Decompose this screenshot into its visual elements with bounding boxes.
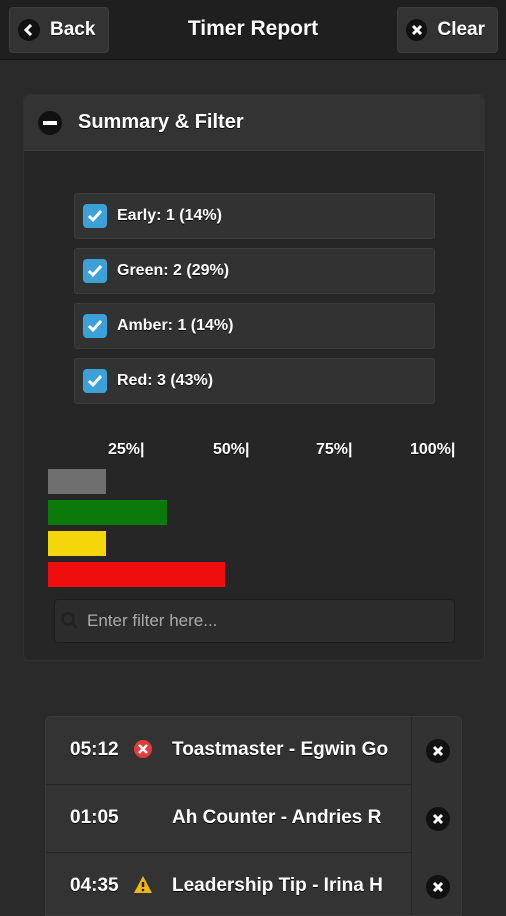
error-icon xyxy=(134,740,152,758)
bar-red xyxy=(48,562,225,587)
checkmark-icon xyxy=(83,259,107,283)
entry-name: Leadership Tip - Irina H xyxy=(172,875,383,896)
close-icon xyxy=(425,807,450,831)
filter-checkbox-green[interactable]: Green: 2 (29%) xyxy=(74,248,435,294)
close-icon xyxy=(406,19,428,41)
bar-green xyxy=(48,500,167,525)
clear-button[interactable]: Clear xyxy=(397,7,498,53)
summary-filter-panel: Summary & Filter Early: 1 (14%) Green: 2… xyxy=(23,94,485,661)
entry-name: Toastmaster - Egwin Go xyxy=(172,739,389,760)
list-item[interactable]: 05:12 Toastmaster - Egwin Go xyxy=(46,717,461,785)
checkmark-icon xyxy=(83,314,107,338)
bar-amber xyxy=(48,531,106,556)
entry-time: 01:05 xyxy=(70,807,119,828)
delete-entry-button[interactable] xyxy=(411,853,461,915)
checkmark-icon xyxy=(83,369,107,393)
entry-time: 05:12 xyxy=(70,739,119,760)
list-item[interactable]: 01:05 Ah Counter - Andries R xyxy=(46,785,461,853)
summary-filter-toggle[interactable]: Summary & Filter xyxy=(24,95,484,151)
axis-tick-100: 100%| xyxy=(410,441,456,458)
clear-label: Clear xyxy=(437,19,485,40)
filter-input[interactable] xyxy=(87,600,447,642)
close-icon xyxy=(425,739,450,763)
bar-early xyxy=(48,469,106,494)
summary-filter-title: Summary & Filter xyxy=(78,111,244,133)
filter-checkbox-red[interactable]: Red: 3 (43%) xyxy=(74,358,435,404)
header-bar: Back Timer Report Clear xyxy=(0,0,506,60)
filter-label-amber: Amber: 1 (14%) xyxy=(117,317,234,334)
filter-label-green: Green: 2 (29%) xyxy=(117,262,230,279)
axis-tick-25: 25%| xyxy=(108,441,145,458)
filter-checkbox-amber[interactable]: Amber: 1 (14%) xyxy=(74,303,435,349)
filter-checkbox-early[interactable]: Early: 1 (14%) xyxy=(74,193,435,239)
list-item[interactable]: 04:35 Leadership Tip - Irina H xyxy=(46,853,461,915)
filter-box xyxy=(54,599,455,643)
checkmark-icon xyxy=(83,204,107,228)
filter-label-early: Early: 1 (14%) xyxy=(117,207,222,224)
timer-entry-list: 05:12 Toastmaster - Egwin Go 01:05 Ah Co… xyxy=(45,716,462,916)
delete-entry-button[interactable] xyxy=(411,785,461,853)
warning-icon xyxy=(134,876,152,893)
close-icon xyxy=(425,875,450,899)
filter-label-red: Red: 3 (43%) xyxy=(117,372,214,389)
search-icon xyxy=(61,612,79,630)
axis-tick-75: 75%| xyxy=(316,441,353,458)
delete-entry-button[interactable] xyxy=(411,717,461,785)
axis-tick-50: 50%| xyxy=(213,441,250,458)
entry-time: 04:35 xyxy=(70,875,119,896)
minus-icon xyxy=(38,110,62,135)
entry-name: Ah Counter - Andries R xyxy=(172,807,382,828)
